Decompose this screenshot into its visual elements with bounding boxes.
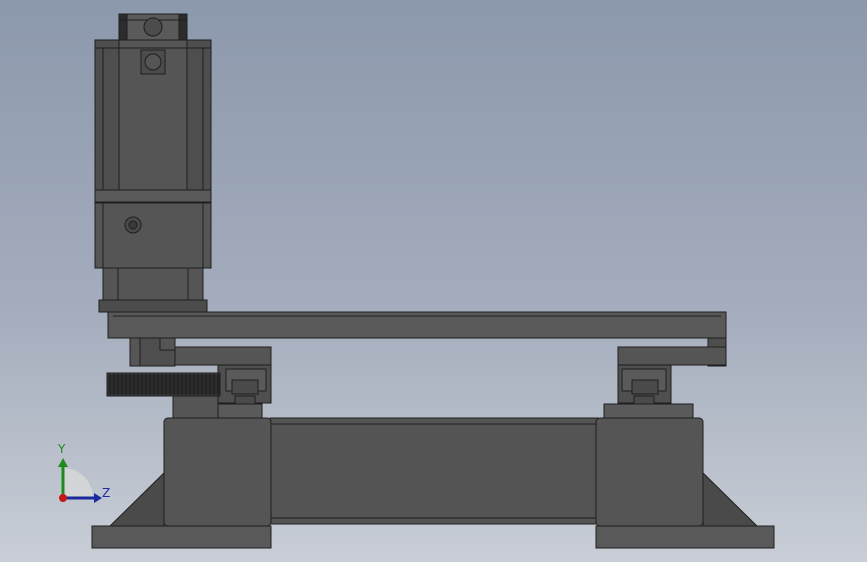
motor-encoder-cap bbox=[118, 13, 188, 41]
graphics-viewport[interactable]: Y Z bbox=[0, 0, 867, 562]
cylinder-body bbox=[269, 417, 599, 525]
cad-assembly-model[interactable] bbox=[0, 0, 867, 562]
coordinate-triad bbox=[58, 458, 102, 503]
triad-z-label: Z bbox=[102, 486, 111, 500]
right-carriage-block bbox=[617, 346, 727, 405]
right-rail-support bbox=[603, 403, 694, 419]
left-end-block bbox=[91, 417, 272, 549]
triad-y-label: Y bbox=[58, 442, 66, 456]
servo-motor-body bbox=[94, 39, 212, 203]
right-end-block bbox=[595, 417, 775, 549]
motor-gearbox bbox=[94, 202, 212, 313]
